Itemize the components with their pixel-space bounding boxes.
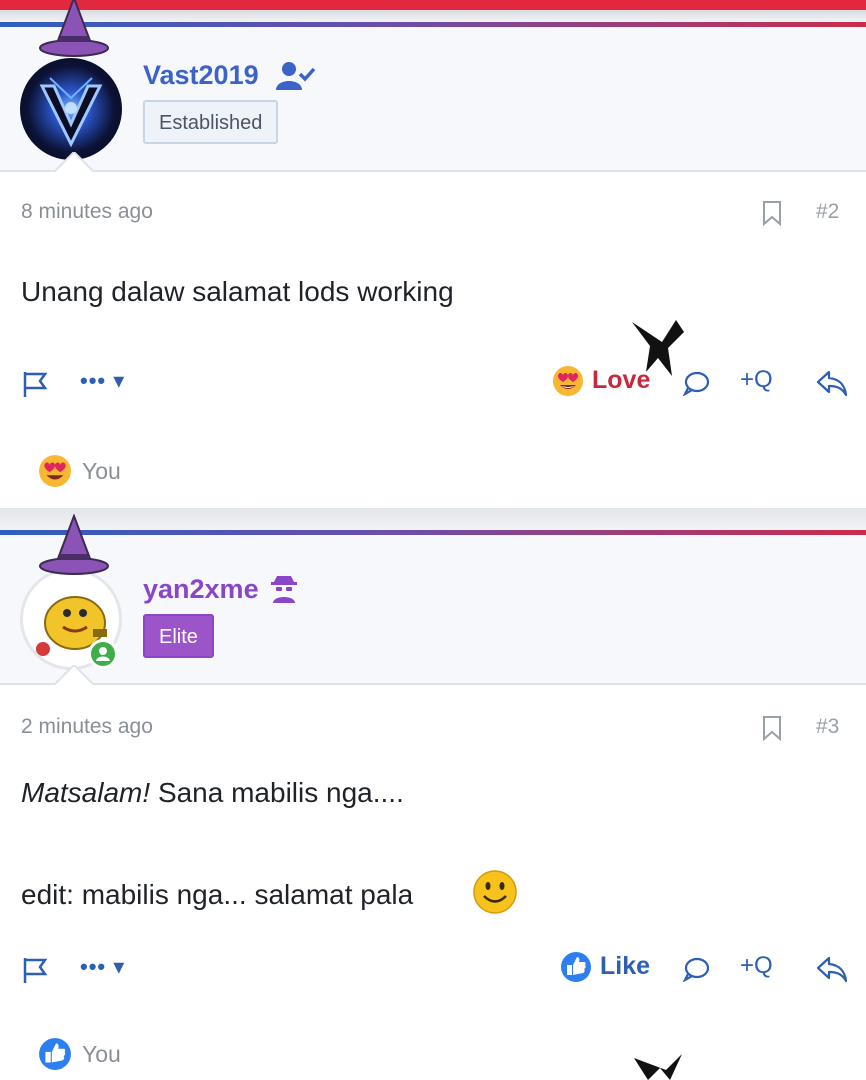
message-content: Sana mabilis nga.... (157, 777, 404, 808)
heart-eyes-emoji[interactable] (552, 365, 584, 397)
post-body: 8 minutes ago #2 Unang dalaw salamat lod… (0, 172, 866, 510)
header-stripe (0, 22, 866, 27)
user-check-icon (276, 62, 316, 90)
more-icon[interactable]: ••• ▾ (80, 368, 125, 394)
bat-sticker (634, 1054, 682, 1080)
role-badge: Established (143, 100, 279, 144)
wizard-hat-icon (39, 0, 109, 57)
top-shadow (0, 10, 866, 22)
post-time[interactable]: 8 minutes ago (21, 200, 153, 224)
post-time[interactable]: 2 minutes ago (21, 715, 153, 739)
post-header: yan2xme Elite (0, 514, 866, 687)
comment-icon[interactable] (682, 956, 710, 982)
smile-emoji (473, 870, 517, 914)
post-header: Vast2019 Established (0, 0, 866, 174)
message-content: Unang dalaw salamat lods working (21, 276, 454, 307)
reactor-name: You (82, 1041, 121, 1067)
post-actions: ••• ▾ Love +Q (0, 364, 866, 404)
reply-icon[interactable] (815, 954, 849, 984)
header-notch (52, 152, 96, 174)
post-divider (0, 508, 866, 530)
username[interactable]: Vast2019 (143, 60, 259, 91)
bookmark-icon[interactable] (762, 200, 782, 226)
header-stripe (0, 530, 866, 535)
bookmark-icon[interactable] (762, 715, 782, 741)
post-body: 2 minutes ago #3 Matsalam! Sana mabilis … (0, 685, 866, 1080)
username[interactable]: yan2xme (143, 574, 259, 605)
avatar[interactable] (20, 58, 122, 160)
header-notch (52, 665, 96, 687)
reply-icon[interactable] (815, 368, 849, 398)
top-accent-bar (0, 0, 866, 10)
avatar-v-logo-icon (39, 77, 103, 148)
flag-icon[interactable] (22, 956, 48, 984)
role-badge: Elite (143, 614, 214, 658)
quote-button[interactable]: +Q (740, 366, 773, 394)
more-icon[interactable]: ••• ▾ (80, 954, 125, 980)
reaction-label[interactable]: Like (600, 952, 650, 981)
heart-eyes-emoji (39, 455, 71, 487)
message-text: Unang dalaw salamat lods working (21, 276, 454, 308)
thumbs-up-icon[interactable] (560, 951, 592, 983)
edit-text-row: edit: mabilis nga... salamat pala (21, 879, 413, 911)
quote-button[interactable]: +Q (740, 952, 773, 980)
post-actions: ••• ▾ Like +Q (0, 950, 866, 990)
message-italic: Matsalam! (21, 777, 151, 808)
wizard-hat-icon (39, 514, 109, 575)
post-number[interactable]: #2 (816, 200, 839, 224)
spy-icon (271, 576, 297, 603)
post-number[interactable]: #3 (816, 715, 839, 739)
flag-icon[interactable] (22, 370, 48, 398)
thumbs-up-icon (39, 1038, 71, 1070)
bat-sticker (632, 320, 684, 376)
edit-text: edit: mabilis nga... salamat pala (21, 879, 414, 910)
reactor-name: You (82, 458, 121, 484)
message-text: Matsalam! Sana mabilis nga.... (21, 777, 404, 809)
